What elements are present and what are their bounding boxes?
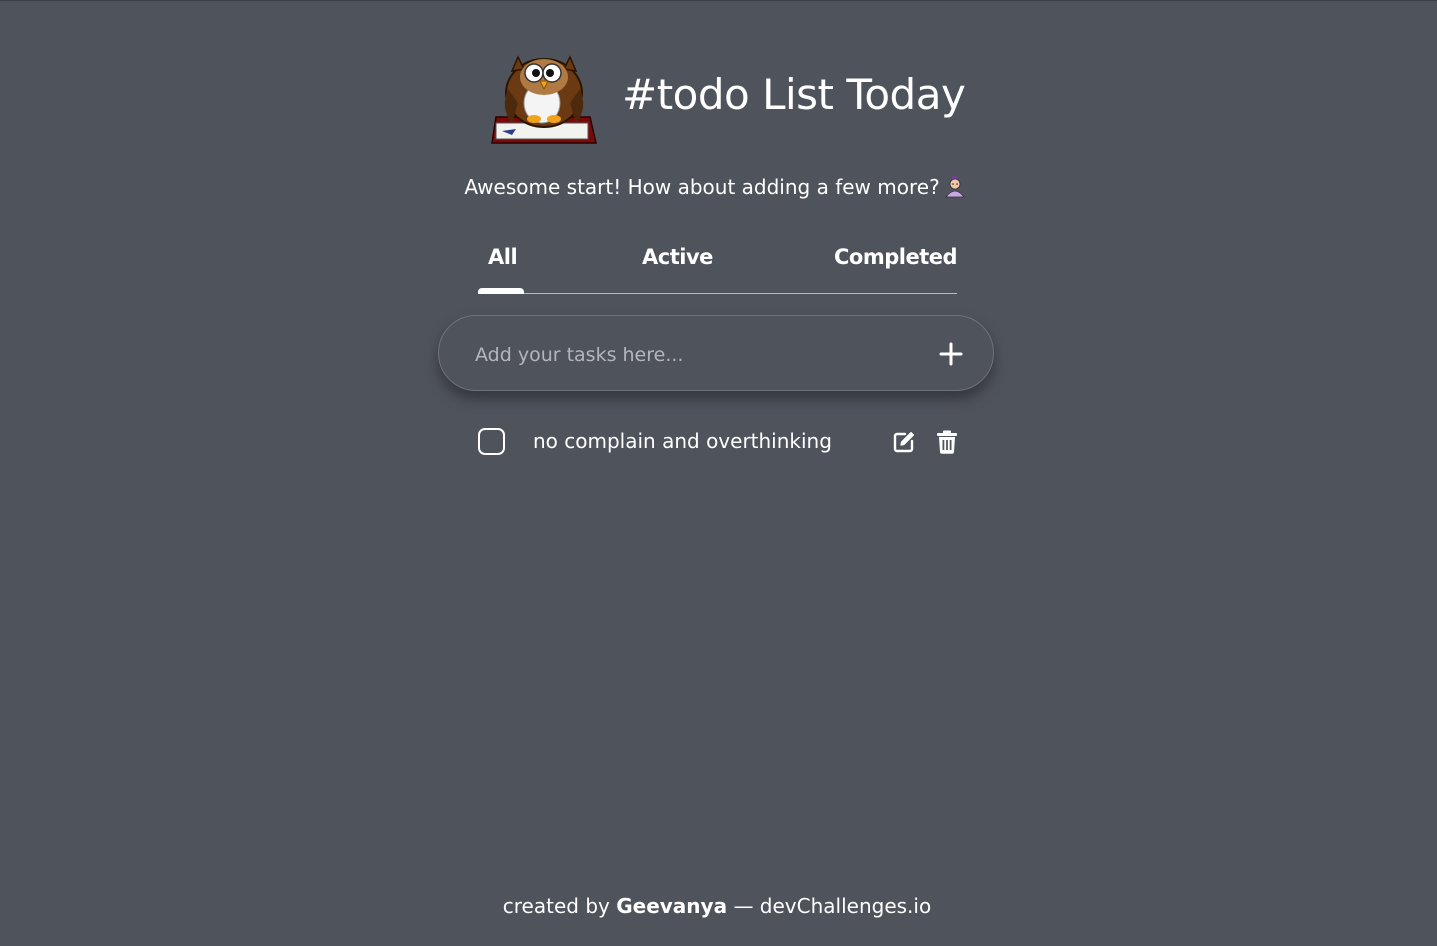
task-item: no complain and overthinking [478, 425, 960, 461]
footer-site: devChallenges.io [759, 894, 932, 918]
footer-prefix: created by [502, 894, 610, 918]
footer: created by Geevanya — devChallenges.io [0, 894, 1434, 918]
tab-active[interactable]: Active [642, 245, 713, 269]
tab-completed[interactable]: Completed [834, 245, 958, 269]
trash-icon[interactable] [936, 430, 958, 454]
subtitle-text: Awesome start! How about adding a few mo… [464, 175, 940, 199]
page-title: #todo List Today [622, 69, 966, 119]
header: #todo List Today [490, 43, 966, 145]
plus-icon[interactable] [935, 338, 967, 370]
todo-app: #todo List Today Awesome start! How abou… [0, 0, 1437, 946]
selected-tab-indicator [478, 288, 524, 294]
person-emoji-icon [944, 176, 965, 198]
subtitle: Awesome start! How about adding a few mo… [0, 173, 1432, 199]
tab-all[interactable]: All [488, 245, 518, 269]
task-input[interactable] [473, 336, 897, 374]
footer-author: Geevanya [616, 894, 728, 918]
filter-tabs: All Active Completed [478, 233, 958, 294]
add-task-bar [438, 315, 994, 391]
footer-separator: — [733, 894, 754, 918]
task-text: no complain and overthinking [533, 429, 832, 453]
owl-logo-icon [491, 55, 597, 144]
edit-icon[interactable] [892, 430, 916, 454]
task-checkbox[interactable] [478, 428, 505, 455]
